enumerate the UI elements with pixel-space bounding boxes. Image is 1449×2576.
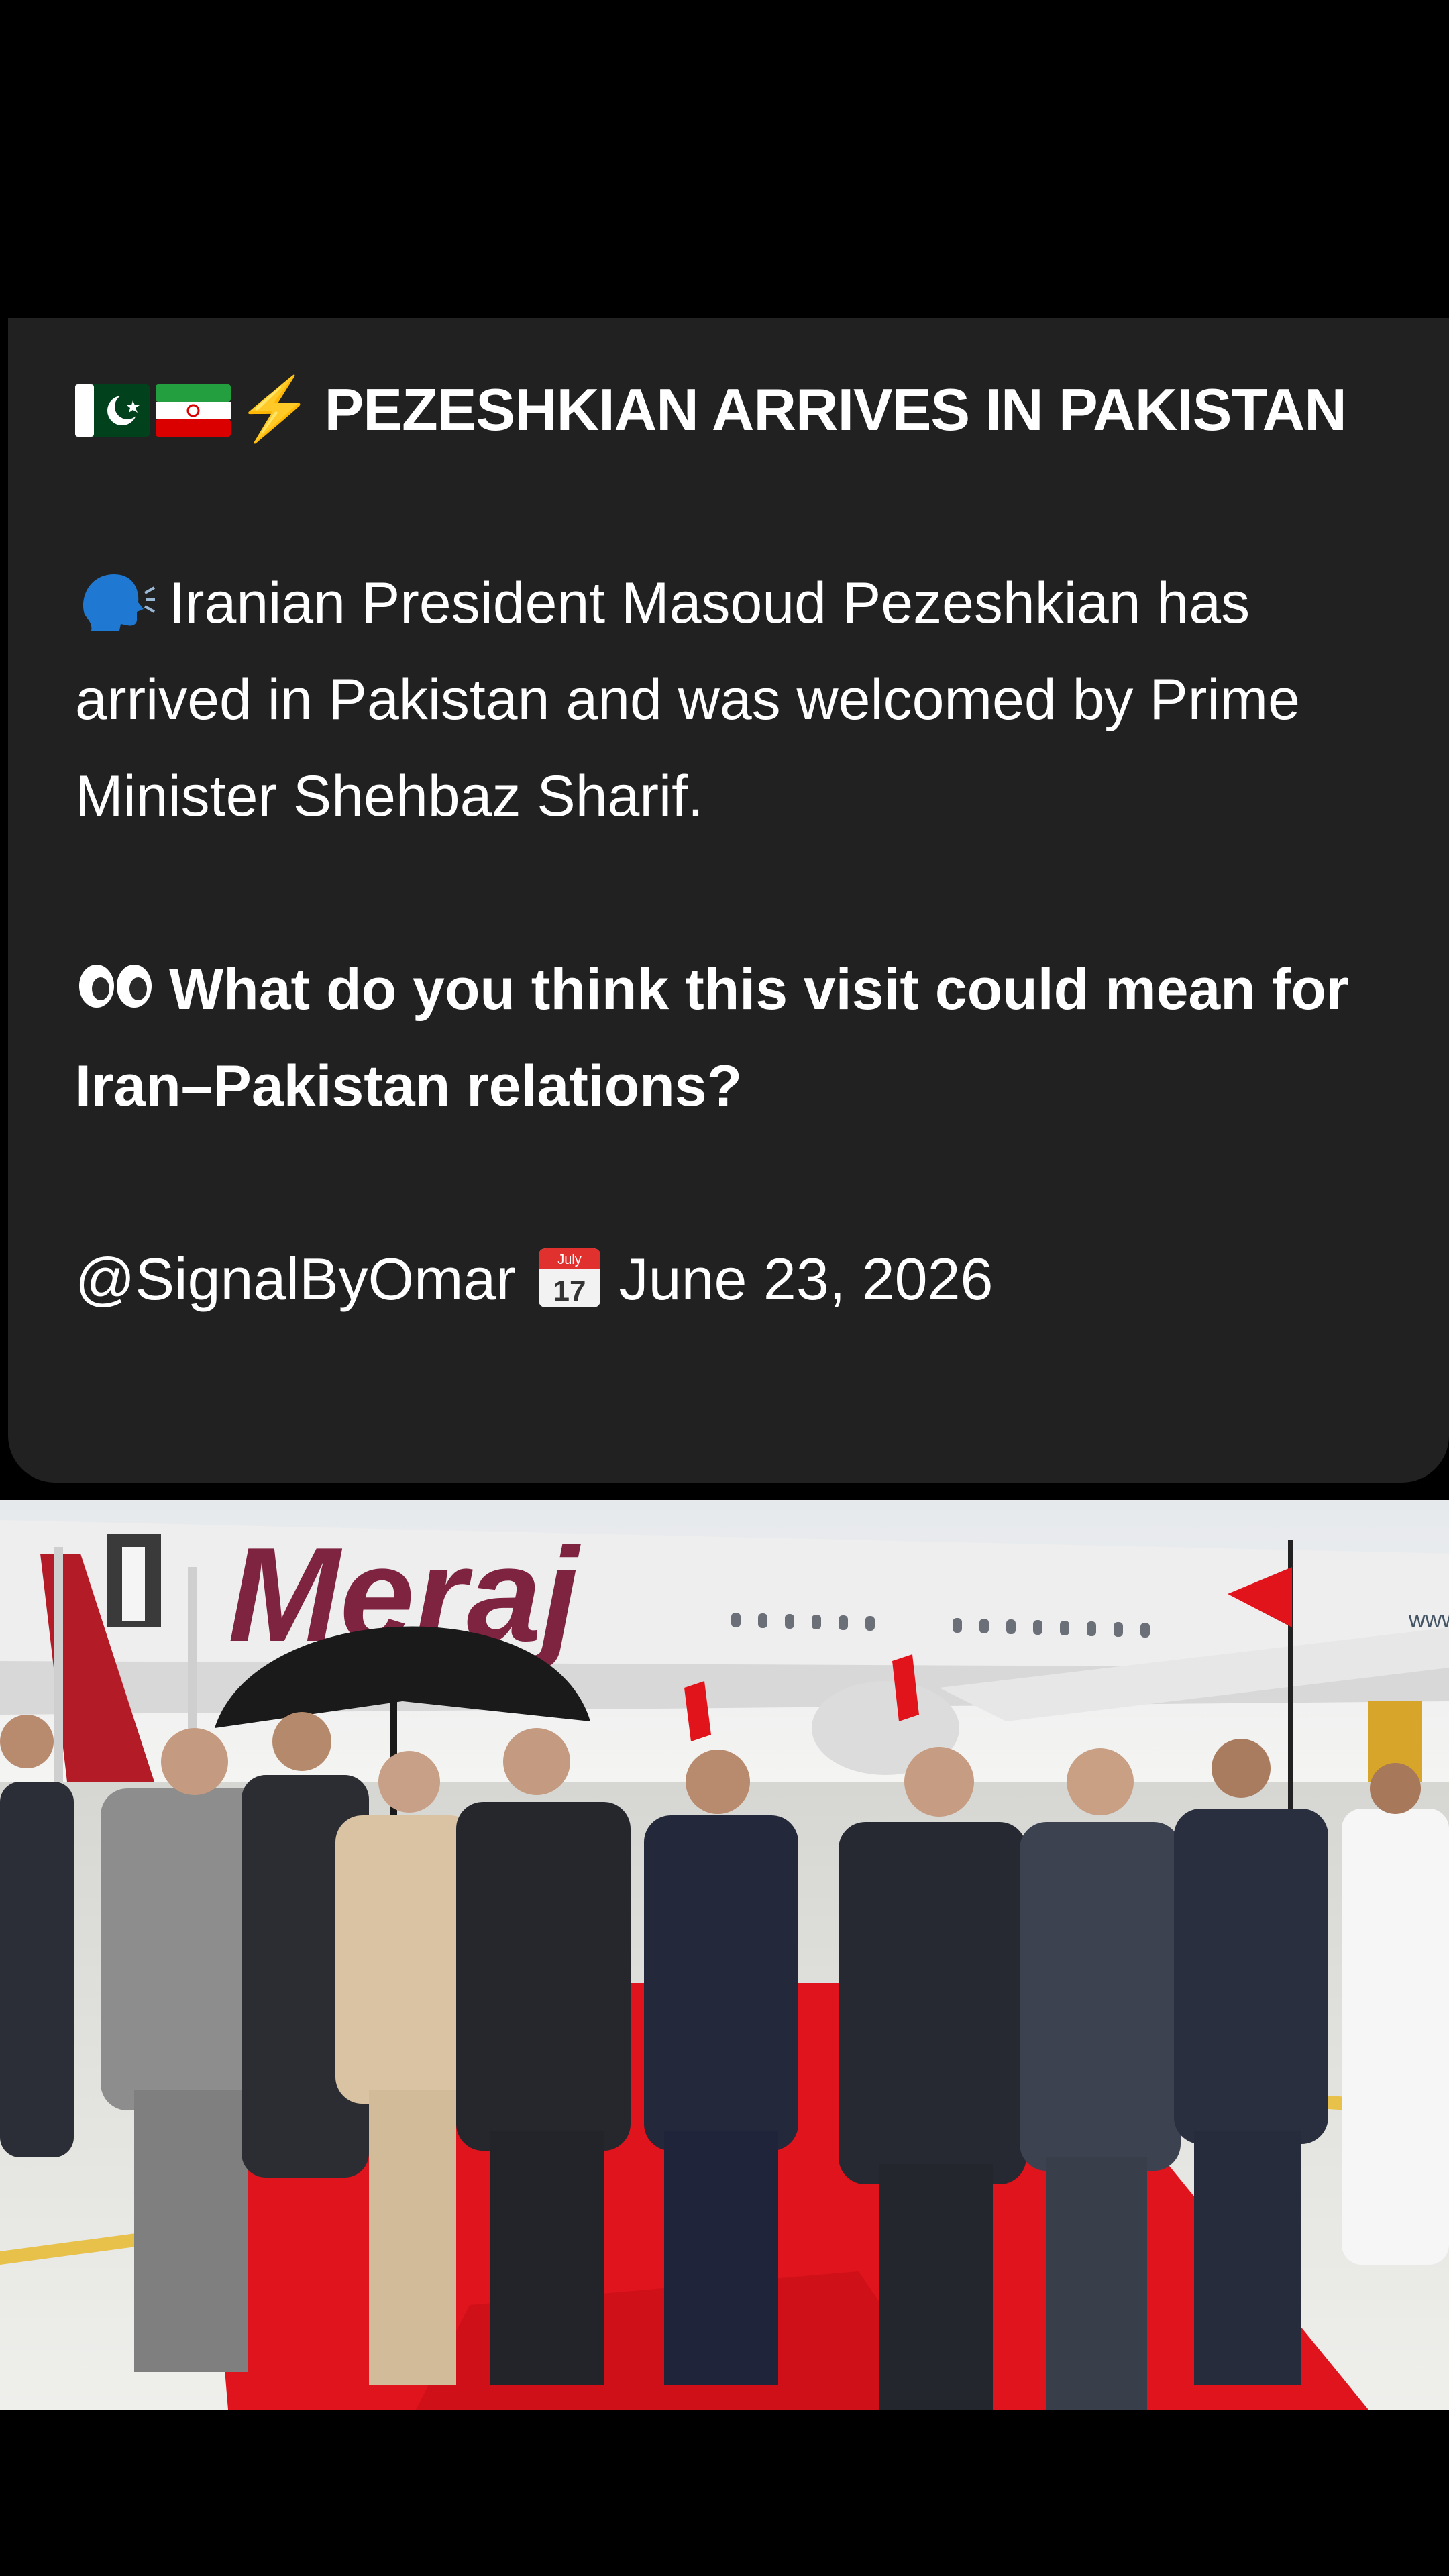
question-text: What do you think this visit could mean … (75, 957, 1349, 1118)
calendar-icon: July 17 (538, 1248, 600, 1307)
bottom-black-area (0, 2410, 1449, 2576)
speaking-head-icon (83, 574, 155, 631)
arrival-photo-illustration: Meraj www (0, 1500, 1449, 2410)
pakistan-flag-icon (75, 384, 150, 437)
eyes-icon (79, 965, 152, 1008)
post-card: ⚡ PEZESHKIAN ARRIVES IN PAKISTAN Iranian … (8, 318, 1449, 1483)
body-paragraph: Iranian President Masoud Pezeshkian has … (75, 555, 1382, 845)
headline-text: PEZESHKIAN ARRIVES IN PAKISTAN (324, 376, 1347, 443)
author-handle[interactable]: @SignalByOmar (75, 1246, 516, 1312)
headline: ⚡ PEZESHKIAN ARRIVES IN PAKISTAN (75, 361, 1382, 458)
post-photo[interactable]: Meraj www (0, 1500, 1449, 2410)
question-paragraph: What do you think this visit could mean … (75, 941, 1382, 1134)
lightning-icon: ⚡ (236, 375, 313, 443)
post-date: June 23, 2026 (619, 1246, 994, 1312)
post-footer: @SignalByOmar July 17 June 23, 2026 (75, 1231, 1382, 1328)
body-text: Iranian President Masoud Pezeshkian has … (75, 571, 1300, 828)
screen: ⚡ PEZESHKIAN ARRIVES IN PAKISTAN Iranian … (0, 0, 1449, 2576)
calendar-month: July (557, 1252, 582, 1267)
calendar-day: 17 (553, 1275, 586, 1307)
top-black-area (0, 0, 1449, 318)
iran-flag-icon (156, 384, 231, 437)
